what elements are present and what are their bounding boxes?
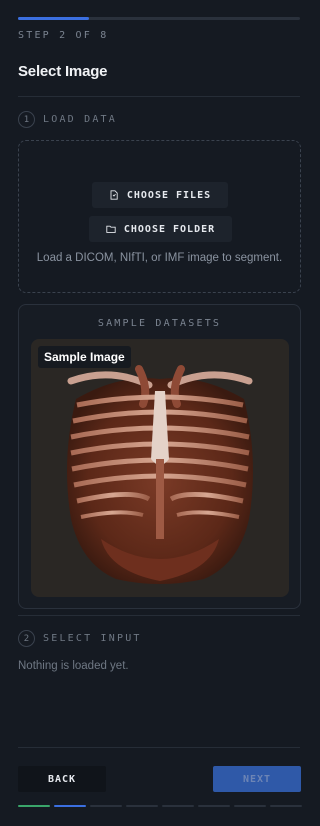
file-dropzone[interactable]: CHOOSE FILES CHOOSE FOLDER Load a DICOM,… [18,140,301,293]
step-dot-7 [234,805,266,807]
footer-divider [18,747,300,748]
step-progress-dots [18,805,302,807]
step-dot-6 [198,805,230,807]
sample-datasets-panel: SAMPLE DATASETS Sample Image [18,304,301,609]
sample-dataset-card[interactable]: Sample Image [31,339,289,597]
choose-folder-label: CHOOSE FOLDER [123,223,216,235]
back-button[interactable]: BACK [18,766,106,792]
section-number: 1 [18,111,35,128]
dropzone-hint: Load a DICOM, NIfTI, or IMF image to seg… [36,252,283,264]
header-divider [18,96,300,97]
step-indicator: STEP 2 OF 8 [18,30,109,41]
file-icon [110,190,118,200]
step-dot-3 [90,805,122,807]
step-dot-8 [270,805,302,807]
select-input-section-header: 2 SELECT INPUT [18,630,142,647]
choose-folder-button[interactable]: CHOOSE FOLDER [89,216,232,242]
choose-files-label: CHOOSE FILES [126,189,212,201]
overall-progress-fill [18,17,89,20]
section-divider [18,615,300,616]
step-dot-2 [54,805,86,807]
ribcage-thumbnail [67,365,253,584]
folder-icon [106,225,116,233]
choose-files-button[interactable]: CHOOSE FILES [92,182,228,208]
sample-datasets-title: SAMPLE DATASETS [97,318,222,329]
step-dot-1 [18,805,50,807]
step-dot-5 [162,805,194,807]
empty-input-message: Nothing is loaded yet. [18,660,129,672]
section-title: SELECT INPUT [43,633,142,644]
step-dot-4 [126,805,158,807]
overall-progress-bar [18,17,300,20]
page-title: Select Image [18,63,108,80]
sample-image-badge: Sample Image [38,346,131,368]
section-number: 2 [18,630,35,647]
section-title: LOAD DATA [43,114,117,125]
next-button[interactable]: NEXT [213,766,301,792]
load-data-section-header: 1 LOAD DATA [18,111,117,128]
